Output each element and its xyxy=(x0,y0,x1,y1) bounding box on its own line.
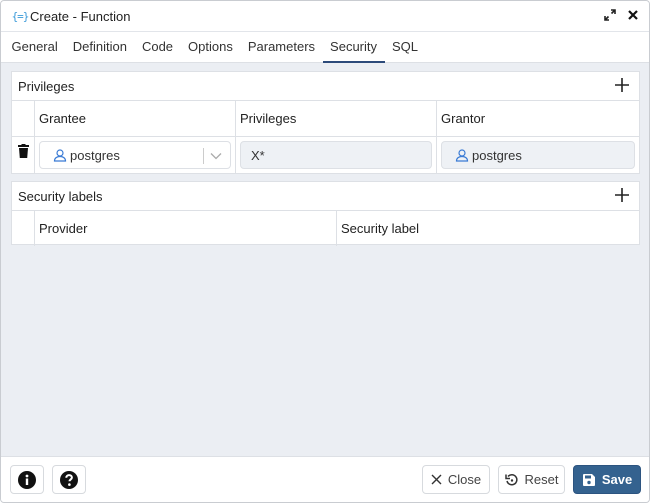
security-labels-column-headers: Provider Security label xyxy=(12,211,639,246)
privileges-field[interactable]: X* xyxy=(240,141,432,169)
tab-definition[interactable]: Definition xyxy=(65,32,134,63)
close-icon xyxy=(628,10,638,20)
table-row: postgres X* postgres xyxy=(12,137,639,173)
select-separator xyxy=(203,148,204,164)
privileges-column-headers: Grantee Privileges Grantor xyxy=(12,101,639,137)
grantee-value: postgres xyxy=(70,147,120,163)
row-action-header xyxy=(12,211,35,246)
privileges-panel: Privileges Grantee Privileges Grantor po… xyxy=(11,71,640,174)
add-privilege-button[interactable] xyxy=(613,76,631,94)
column-header-provider: Provider xyxy=(35,211,337,246)
tab-bar: General Definition Code Options Paramete… xyxy=(1,32,649,63)
title-bar[interactable]: {=} Create - Function xyxy=(1,1,649,32)
dialog-footer: Close Reset Save xyxy=(1,456,649,502)
plus-icon xyxy=(615,188,629,202)
close-button-label: Close xyxy=(447,472,482,487)
expand-icon xyxy=(604,9,616,21)
privileges-value: X* xyxy=(251,147,265,163)
grantor-field: postgres xyxy=(441,141,635,169)
column-header-grantor: Grantor xyxy=(441,111,486,126)
info-button[interactable] xyxy=(10,465,44,494)
close-button[interactable]: Close xyxy=(422,465,490,494)
column-header-privileges: Privileges xyxy=(236,101,437,136)
column-header-security-label: Security label xyxy=(341,221,420,236)
info-icon xyxy=(18,470,36,489)
privileges-title: Privileges xyxy=(18,78,75,94)
reset-button[interactable]: Reset xyxy=(498,465,565,494)
save-button-label: Save xyxy=(601,472,633,487)
tab-general[interactable]: General xyxy=(4,32,65,63)
privileges-header: Privileges xyxy=(12,72,639,101)
maximize-button[interactable] xyxy=(603,8,617,22)
trash-icon xyxy=(17,144,29,158)
close-dialog-button[interactable] xyxy=(627,9,639,21)
grantor-value: postgres xyxy=(472,147,522,163)
add-security-label-button[interactable] xyxy=(613,186,631,204)
close-icon xyxy=(431,474,442,485)
save-button[interactable]: Save xyxy=(573,465,641,494)
chevron-down-icon[interactable] xyxy=(210,152,222,160)
tab-parameters[interactable]: Parameters xyxy=(240,32,322,63)
help-icon xyxy=(60,470,78,489)
user-icon xyxy=(53,149,67,162)
column-header-grantee: Grantee xyxy=(35,101,236,136)
create-function-dialog: {=} Create - Function General Definition… xyxy=(0,0,650,503)
security-labels-panel: Security labels Provider Security label xyxy=(11,181,640,246)
dialog-title: Create - Function xyxy=(30,8,131,24)
reset-icon xyxy=(504,473,518,485)
user-icon xyxy=(455,149,469,162)
delete-row-button[interactable] xyxy=(12,137,35,173)
tab-sql[interactable]: SQL xyxy=(385,32,426,63)
security-labels-title: Security labels xyxy=(18,188,103,204)
reset-button-label: Reset xyxy=(524,472,559,487)
function-braces-icon: {=} xyxy=(11,9,30,23)
security-labels-header: Security labels xyxy=(12,182,639,211)
plus-icon xyxy=(615,78,629,92)
save-icon xyxy=(582,473,595,486)
tab-security[interactable]: Security xyxy=(322,32,385,63)
tab-code[interactable]: Code xyxy=(134,32,180,63)
grantee-select[interactable]: postgres xyxy=(39,141,231,169)
row-action-header xyxy=(12,101,35,136)
tab-options[interactable]: Options xyxy=(181,32,241,63)
help-button[interactable] xyxy=(52,465,86,494)
